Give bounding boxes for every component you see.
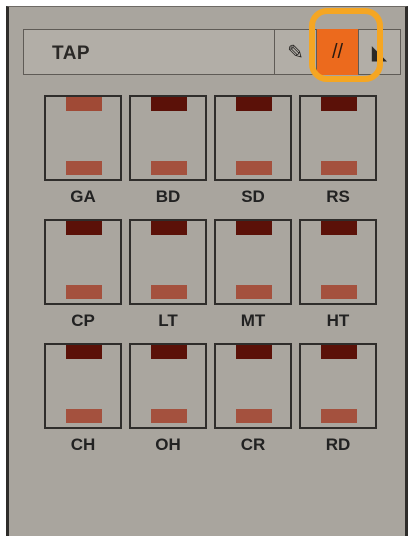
pad-label: MT [240,311,266,330]
pad-top-indicator [321,345,357,359]
drum-pad-ht[interactable] [299,219,377,305]
pad-grid: GA BD SD RS CP LT MT HT CH OH CR RD [44,95,377,467]
pad-cell: CR [214,343,292,467]
pad-cell: OH [129,343,207,467]
pad-top-indicator [321,221,357,235]
pad-label: RS [326,187,350,206]
pad-label: RD [325,435,351,454]
pad-cell: GA [44,95,122,219]
pad-top-indicator [66,345,102,359]
pad-label: CR [240,435,266,454]
pad-bottom-indicator [66,285,102,299]
pad-bottom-indicator [236,285,272,299]
pad-cell: RD [299,343,377,467]
pad-cell: MT [214,219,292,343]
drum-pad-rd[interactable] [299,343,377,429]
pad-bottom-indicator [236,161,272,175]
drum-pad-ga[interactable] [44,95,122,181]
pad-bottom-indicator [66,161,102,175]
drum-pad-lt[interactable] [129,219,207,305]
drum-pad-ch[interactable] [44,343,122,429]
pad-top-indicator [236,221,272,235]
pad-label: LT [158,311,178,330]
pad-label: GA [70,187,96,206]
pad-cell: BD [129,95,207,219]
panel-title: TAP [52,43,91,64]
pad-top-indicator [236,97,272,111]
pad-top-indicator [151,221,187,235]
pad-label: BD [155,187,181,206]
drum-pad-rs[interactable] [299,95,377,181]
panel-header: TAP ✎ // ◣ [23,29,401,75]
pad-label: SD [241,187,265,206]
pad-cell: CP [44,219,122,343]
pad-bottom-indicator [66,409,102,423]
pad-label: CP [71,311,95,330]
pad-cell: HT [299,219,377,343]
pad-top-indicator [151,97,187,111]
pad-cell: SD [214,95,292,219]
pad-label: HT [326,311,350,330]
tap-mode-tab[interactable]: // [316,29,358,75]
pad-label: OH [155,435,181,454]
pad-top-indicator [321,97,357,111]
pad-top-indicator [236,345,272,359]
tool-tabs: ✎ // ◣ [274,29,400,75]
pad-bottom-indicator [321,409,357,423]
drum-pad-sd[interactable] [214,95,292,181]
pad-label: CH [70,435,96,454]
pad-bottom-indicator [151,285,187,299]
pad-top-indicator [66,97,102,111]
drum-pad-cr[interactable] [214,343,292,429]
pencil-tab[interactable]: ✎ [274,29,316,75]
pad-top-indicator [66,221,102,235]
pad-bottom-indicator [236,409,272,423]
pad-cell: LT [129,219,207,343]
pad-top-indicator [151,345,187,359]
drum-pad-cp[interactable] [44,219,122,305]
drum-pad-bd[interactable] [129,95,207,181]
drum-pad-oh[interactable] [129,343,207,429]
pad-bottom-indicator [151,409,187,423]
eraser-icon: ◣ [371,41,388,64]
pad-cell: CH [44,343,122,467]
drum-pad-mt[interactable] [214,219,292,305]
pad-bottom-indicator [321,285,357,299]
pad-cell: RS [299,95,377,219]
double-slash-icon: // [331,40,344,63]
pad-bottom-indicator [321,161,357,175]
pad-bottom-indicator [151,161,187,175]
eraser-tab[interactable]: ◣ [358,29,400,75]
pencil-icon: ✎ [287,41,304,64]
